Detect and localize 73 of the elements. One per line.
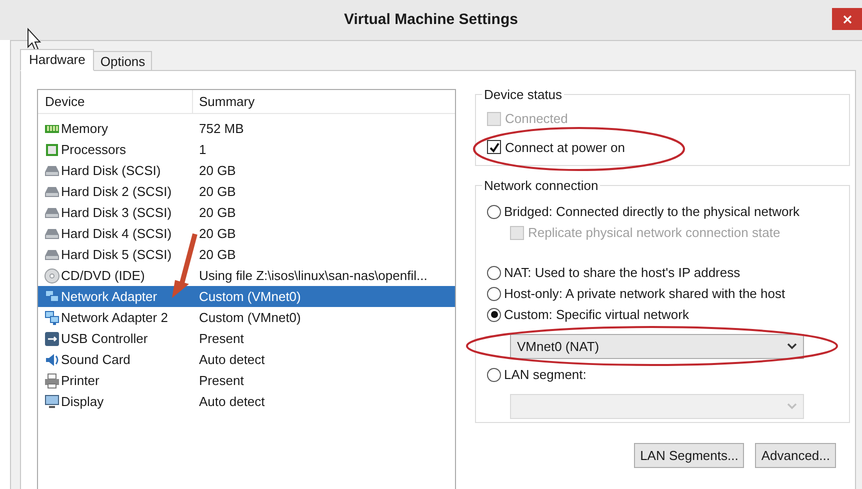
device-row[interactable]: Hard Disk 2 (SCSI) 20 GB <box>38 181 455 202</box>
caret-icon <box>787 403 797 410</box>
radio-label: Host-only: A private network shared with the host <box>504 284 786 303</box>
device-summary: Custom (VMnet0) <box>199 308 301 327</box>
device-summary: Using file Z:\isos\linux\san-nas\openfil... <box>199 266 428 285</box>
check-icon <box>488 142 500 153</box>
device-row[interactable]: Hard Disk (SCSI) 20 GB <box>38 160 455 181</box>
device-summary: 20 GB <box>199 246 236 264</box>
device-row[interactable]: Processors 1 <box>38 139 455 160</box>
device-name: Hard Disk 3 (SCSI) <box>61 204 172 222</box>
device-row[interactable]: Hard Disk 3 (SCSI) 20 GB <box>38 202 455 223</box>
device-name: CD/DVD (IDE) <box>61 266 145 285</box>
close-button[interactable] <box>832 8 862 30</box>
device-row[interactable]: Hard Disk 5 (SCSI) 20 GB <box>38 244 455 265</box>
device-summary: 20 GB <box>199 204 236 222</box>
column-header[interactable]: Summary <box>193 92 255 112</box>
device-row[interactable]: Memory 752 MB <box>38 118 455 139</box>
checkbox-label: Replicate physical network connection state <box>528 224 780 242</box>
dropdown[interactable]: VMnet0 (NAT) <box>510 334 804 359</box>
tab[interactable]: Hardware <box>20 49 94 71</box>
device-summary: 20 GB <box>199 182 236 201</box>
device-row[interactable]: USB Controller Present <box>38 328 455 349</box>
device-summary: Present <box>199 330 244 348</box>
device-name: Network Adapter <box>61 288 158 306</box>
device-row[interactable]: Printer Present <box>38 370 455 391</box>
monitors-icon <box>43 310 61 326</box>
monitor-icon <box>43 394 61 410</box>
device-name: Network Adapter 2 <box>61 308 168 327</box>
device-summary: 752 MB <box>199 120 244 138</box>
tab[interactable]: Options <box>93 51 152 71</box>
device-name: Hard Disk (SCSI) <box>61 162 161 180</box>
device-name: Printer <box>61 372 100 390</box>
checkbox[interactable] <box>487 140 501 154</box>
selected-row[interactable]: Network Adapter Custom (VMnet0) <box>38 286 455 307</box>
device-row[interactable]: Display Auto detect <box>38 391 455 412</box>
device-summary: Present <box>199 372 244 390</box>
checkbox-label: Connected <box>505 110 568 128</box>
chip-icon <box>43 142 61 158</box>
column-header[interactable]: Device <box>38 90 193 113</box>
caret-icon <box>787 343 797 350</box>
device-summary: Custom (VMnet0) <box>199 288 301 306</box>
radio-label: NAT: Used to share the host's IP address <box>504 264 740 282</box>
dialog-button[interactable]: Advanced... <box>755 443 836 468</box>
device-summary: Auto detect <box>199 392 265 411</box>
device-row[interactable]: Network Adapter 2 Custom (VMnet0) <box>38 307 455 328</box>
device-name: Display <box>61 392 104 411</box>
device-name: USB Controller <box>61 330 148 348</box>
checkbox-label: Connect at power on <box>505 138 625 157</box>
disc-icon <box>43 268 61 284</box>
device-name: Sound Card <box>61 350 130 369</box>
device-name: Memory <box>61 120 108 138</box>
printer-icon <box>43 372 61 388</box>
device-name: Processors <box>61 140 126 159</box>
device-row[interactable]: CD/DVD (IDE) Using file Z:\isos\linux\san-nas\openfil... <box>38 265 455 286</box>
device-summary: 1 <box>199 140 206 159</box>
device-row[interactable]: Hard Disk 4 (SCSI) 20 GB <box>38 223 455 244</box>
radio-label: Custom: Specific virtual network <box>504 306 689 324</box>
device-summary: Auto detect <box>199 350 265 369</box>
close-icon <box>842 14 852 24</box>
device-summary: 20 GB <box>199 224 236 243</box>
device-row[interactable]: Sound Card Auto detect <box>38 349 455 370</box>
device-name: Hard Disk 4 (SCSI) <box>61 224 172 243</box>
radio-label: Bridged: Connected directly to the physical network <box>504 202 800 221</box>
speaker-icon <box>43 352 61 368</box>
dialog-button[interactable]: LAN Segments... <box>634 443 744 468</box>
annotation-arrow <box>172 233 198 298</box>
window-title: Virtual Machine Settings <box>344 10 518 30</box>
usb-icon <box>43 330 61 346</box>
device-summary: 20 GB <box>199 162 236 180</box>
radio-label: LAN segment: <box>504 366 586 384</box>
device-name: Hard Disk 2 (SCSI) <box>61 182 172 201</box>
device-name: Hard Disk 5 (SCSI) <box>61 246 172 264</box>
cursor-icon <box>28 28 42 51</box>
